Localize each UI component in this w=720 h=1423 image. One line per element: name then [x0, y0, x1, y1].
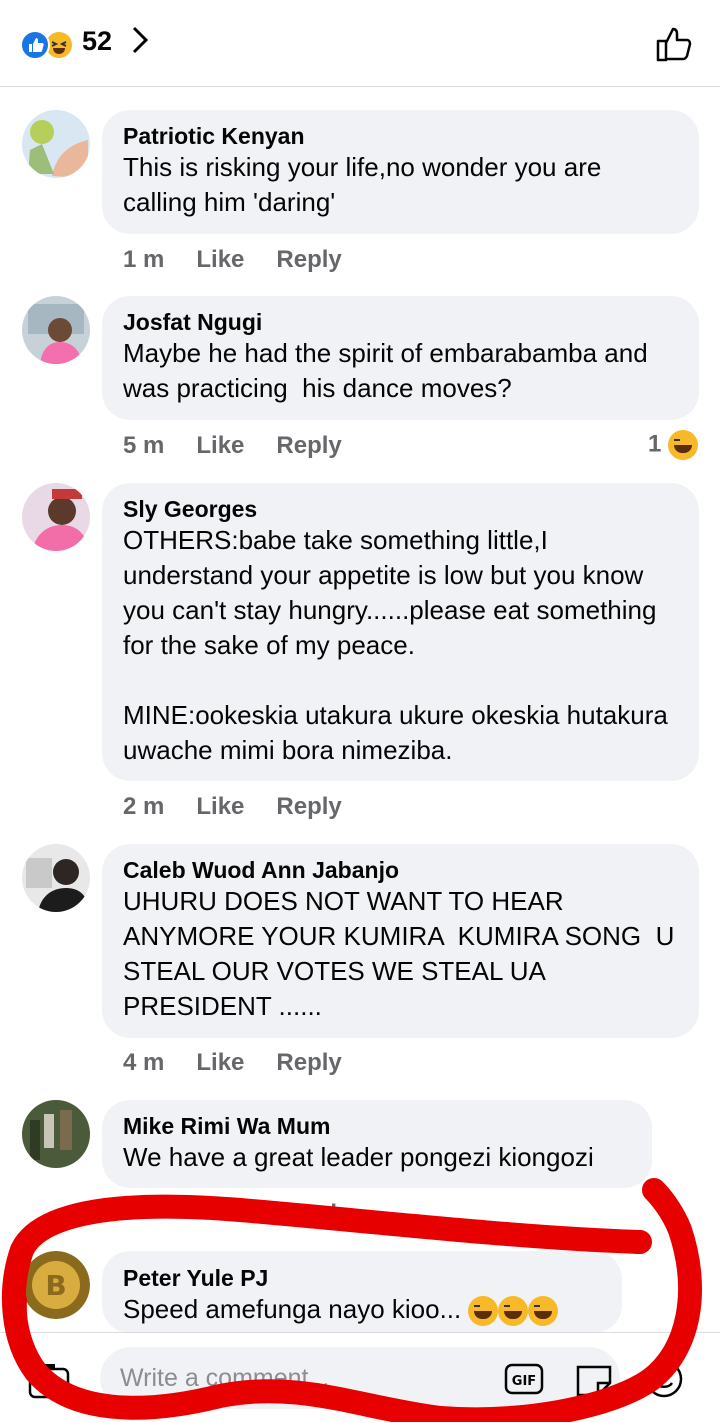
- comment-text: Maybe he had the spirit of embarabamba a…: [123, 338, 655, 403]
- sticker-icon[interactable]: [574, 1363, 614, 1397]
- comment-bubble[interactable]: Peter Yule PJ Speed amefunga nayo kioo..…: [102, 1251, 622, 1333]
- reply-link[interactable]: Reply: [276, 246, 341, 273]
- comment-time[interactable]: 4 m: [123, 1049, 164, 1076]
- comment-text: This is risking your life,no wonder you …: [123, 152, 609, 217]
- commenter-name[interactable]: Caleb Wuod Ann Jabanjo: [123, 856, 677, 884]
- commenter-name[interactable]: Josfat Ngugi: [123, 308, 677, 336]
- comment-actions: 4 m Like Reply: [123, 1049, 374, 1077]
- thumbs-up-icon[interactable]: [654, 24, 694, 64]
- avatar[interactable]: [22, 483, 90, 551]
- comment-composer: Write a comment... GIF: [0, 1332, 720, 1423]
- like-link[interactable]: Like: [196, 1049, 244, 1076]
- comment-bubble[interactable]: Patriotic Kenyan This is risking your li…: [102, 110, 699, 234]
- comment-reaction-count: 1: [647, 430, 662, 458]
- emoji-icon[interactable]: [644, 1359, 684, 1399]
- comment-actions: Reply: [285, 1200, 382, 1228]
- avatar[interactable]: [22, 296, 90, 364]
- like-link[interactable]: Like: [196, 793, 244, 820]
- reply-link[interactable]: Reply: [276, 1049, 341, 1076]
- avatar[interactable]: [22, 110, 90, 178]
- reply-link[interactable]: Reply: [285, 1200, 350, 1227]
- comment-time[interactable]: 1 m: [123, 246, 164, 273]
- commenter-name[interactable]: Sly Georges: [123, 495, 677, 523]
- like-link[interactable]: Like: [196, 246, 244, 273]
- comment-text: UHURU DOES NOT WANT TO HEAR ANYMORE YOUR…: [123, 886, 682, 1021]
- commenter-name[interactable]: Peter Yule PJ: [123, 1264, 600, 1292]
- reply-link[interactable]: Reply: [276, 793, 341, 820]
- commenter-name[interactable]: Patriotic Kenyan: [123, 122, 677, 150]
- haha-emoji-icon: [668, 430, 698, 460]
- comment-text-content: Speed amefunga nayo kioo...: [123, 1294, 469, 1324]
- chevron-right-icon[interactable]: [130, 22, 150, 66]
- comment-reaction-summary[interactable]: 1: [648, 430, 698, 460]
- crying-laughing-emoji-icon: [528, 1296, 559, 1327]
- comment-bubble[interactable]: Sly Georges OTHERS:babe take something l…: [102, 483, 699, 781]
- reply-link[interactable]: Reply: [276, 432, 341, 459]
- comment-actions: 1 m Like Reply: [123, 246, 374, 274]
- reactions-bar[interactable]: 52: [0, 0, 720, 87]
- comment-time[interactable]: 2 m: [123, 793, 164, 820]
- comment-text: Speed amefunga nayo kioo...: [123, 1292, 600, 1327]
- crying-laughing-emoji-icon: [498, 1296, 529, 1327]
- comment-actions: 5 m Like Reply: [123, 432, 374, 460]
- commenter-name[interactable]: Mike Rimi Wa Mum: [123, 1112, 630, 1140]
- comment-actions: 2 m Like Reply: [123, 793, 374, 821]
- svg-text:B: B: [45, 1269, 66, 1302]
- comment-text: We have a great leader pongezi kiongozi: [123, 1142, 594, 1172]
- svg-text:GIF: GIF: [512, 1374, 536, 1389]
- camera-icon[interactable]: [28, 1363, 70, 1399]
- like-reaction-icon: [20, 30, 50, 60]
- comment-text: OTHERS:babe take something little,I unde…: [123, 525, 668, 765]
- gif-icon[interactable]: GIF: [504, 1363, 544, 1395]
- reaction-count[interactable]: 52: [82, 26, 112, 57]
- comment-time[interactable]: 5 m: [123, 432, 164, 459]
- avatar[interactable]: [22, 844, 90, 912]
- comment-bubble[interactable]: Caleb Wuod Ann Jabanjo UHURU DOES NOT WA…: [102, 844, 699, 1038]
- crying-laughing-emoji-icon: [468, 1296, 499, 1327]
- like-link[interactable]: Like: [196, 432, 244, 459]
- avatar[interactable]: [22, 1100, 90, 1168]
- avatar[interactable]: B: [22, 1251, 90, 1319]
- comment-bubble[interactable]: Josfat Ngugi Maybe he had the spirit of …: [102, 296, 699, 420]
- comment-bubble[interactable]: Mike Rimi Wa Mum We have a great leader …: [102, 1100, 652, 1188]
